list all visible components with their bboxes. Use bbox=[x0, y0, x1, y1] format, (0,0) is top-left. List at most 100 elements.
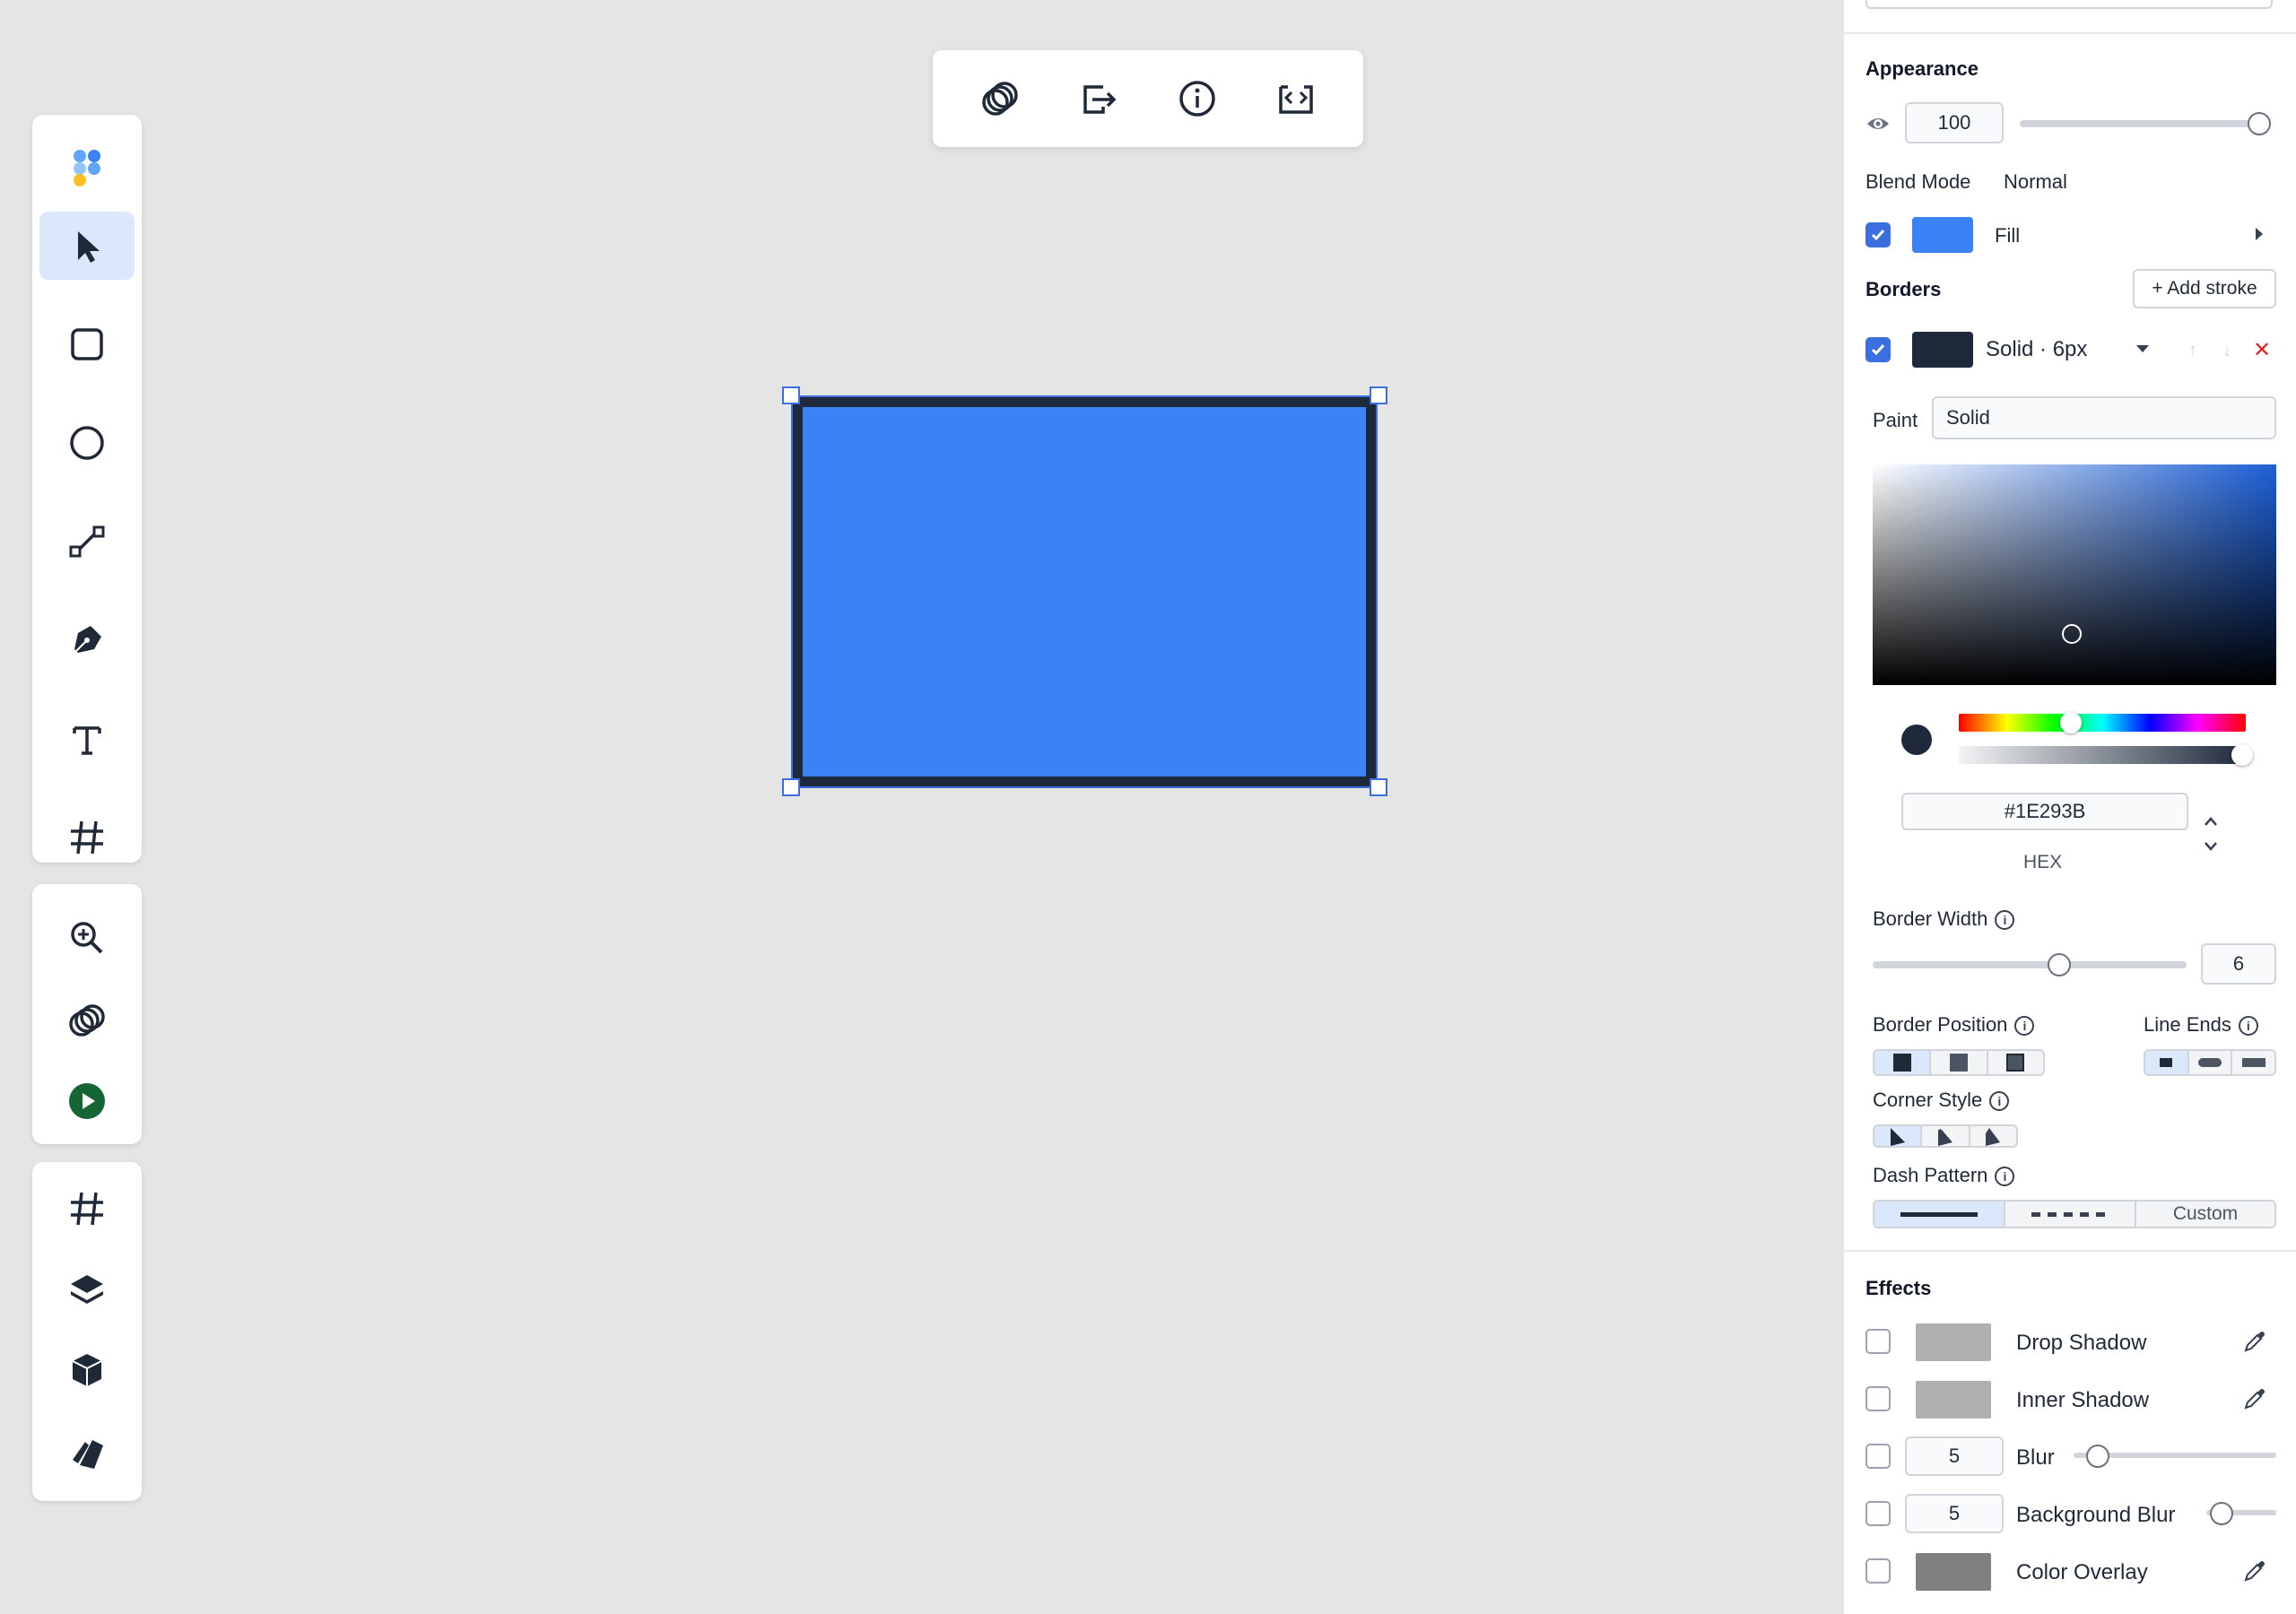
drop-shadow-swatch[interactable] bbox=[1916, 1323, 1991, 1361]
corner-style-text: Corner Style bbox=[1873, 1089, 1983, 1111]
blend-mode-label: Blend Mode bbox=[1866, 170, 1971, 193]
hue-slider[interactable] bbox=[1959, 714, 2246, 732]
line-ends-text: Line Ends bbox=[2144, 1013, 2231, 1036]
eyedropper-icon[interactable] bbox=[2242, 1386, 2267, 1416]
border-position-inside[interactable] bbox=[1874, 1051, 1932, 1074]
divider bbox=[1844, 32, 2296, 34]
inner-shadow-swatch[interactable] bbox=[1916, 1381, 1991, 1419]
color-saturation-area[interactable] bbox=[1873, 464, 2276, 685]
dash-solid[interactable] bbox=[1874, 1202, 2005, 1227]
paint-select[interactable]: Solid bbox=[1932, 396, 2276, 439]
current-color-dot bbox=[1901, 725, 1932, 755]
dash-pattern-text: Dash Pattern bbox=[1873, 1164, 1988, 1186]
expand-arrow-icon[interactable] bbox=[2253, 226, 2266, 247]
format-toggle-icon[interactable] bbox=[2203, 816, 2219, 858]
alpha-slider[interactable] bbox=[1959, 746, 2246, 764]
select-arrow-icon[interactable] bbox=[39, 212, 135, 280]
opacity-input[interactable]: 100 bbox=[1905, 102, 2004, 143]
chevron-down-icon[interactable] bbox=[2135, 343, 2151, 360]
add-stroke-button[interactable]: + Add stroke bbox=[2133, 269, 2276, 308]
blur-slider[interactable] bbox=[2074, 1445, 2276, 1468]
fill-checkbox[interactable] bbox=[1866, 222, 1891, 247]
text-icon[interactable] bbox=[39, 705, 135, 773]
info-icon[interactable] bbox=[1161, 63, 1233, 134]
selected-rectangle[interactable] bbox=[791, 395, 1378, 788]
line-ends-label: Line Ends i bbox=[2144, 1013, 2258, 1037]
line-end-round[interactable] bbox=[2189, 1051, 2233, 1074]
eyedropper-icon[interactable] bbox=[2242, 1558, 2267, 1588]
blur-checkbox[interactable] bbox=[1866, 1444, 1891, 1469]
color-overlay-swatch[interactable] bbox=[1916, 1553, 1991, 1591]
border-position-outside[interactable] bbox=[1988, 1051, 2043, 1074]
rectangle-icon[interactable] bbox=[39, 310, 135, 378]
code-icon[interactable] bbox=[1260, 63, 1332, 134]
stroke-checkbox[interactable] bbox=[1866, 337, 1891, 362]
frame-icon[interactable] bbox=[39, 803, 135, 872]
dash-pattern-control: Custom bbox=[1873, 1200, 2276, 1228]
remove-stroke-icon[interactable]: ✕ bbox=[2253, 337, 2271, 363]
play-icon[interactable] bbox=[39, 1067, 135, 1135]
resize-handle-top-right[interactable] bbox=[1370, 386, 1387, 404]
layers-icon[interactable] bbox=[39, 1255, 135, 1323]
dash-custom[interactable]: Custom bbox=[2136, 1202, 2274, 1227]
info-icon[interactable]: i bbox=[2238, 1016, 2258, 1037]
zoom-icon[interactable] bbox=[39, 904, 135, 972]
fill-color-swatch[interactable] bbox=[1912, 217, 1973, 253]
info-icon[interactable]: i bbox=[1995, 910, 2015, 931]
background-blur-checkbox[interactable] bbox=[1866, 1501, 1891, 1526]
eye-icon[interactable] bbox=[1866, 111, 1891, 141]
export-icon[interactable] bbox=[1063, 63, 1135, 134]
utility-toolbar bbox=[32, 884, 142, 1144]
resize-handle-bottom-right[interactable] bbox=[1370, 778, 1387, 796]
stroke-summary[interactable]: Solid · 6px bbox=[1986, 337, 2087, 362]
move-up-icon[interactable]: ↑ bbox=[2188, 341, 2197, 361]
dash-dashed[interactable] bbox=[2005, 1202, 2136, 1227]
background-blur-input[interactable]: 5 bbox=[1905, 1494, 2004, 1533]
inner-shadow-checkbox[interactable] bbox=[1866, 1386, 1891, 1411]
color-picker-handle[interactable] bbox=[2062, 624, 2082, 644]
paint-label: Paint bbox=[1873, 409, 1918, 431]
corner-miter[interactable] bbox=[1874, 1126, 1923, 1146]
assets-icon[interactable] bbox=[39, 1419, 135, 1487]
logo-icon[interactable] bbox=[39, 133, 135, 201]
info-icon[interactable]: i bbox=[2014, 1016, 2035, 1037]
opacity-slider[interactable] bbox=[2020, 112, 2271, 135]
border-width-slider[interactable] bbox=[1873, 953, 2187, 976]
info-icon[interactable]: i bbox=[1995, 1167, 2015, 1187]
hue-slider-thumb[interactable] bbox=[2060, 712, 2082, 733]
grid-icon[interactable] bbox=[39, 1175, 135, 1243]
pen-icon[interactable] bbox=[39, 606, 135, 674]
stroke-color-swatch[interactable] bbox=[1912, 332, 1973, 368]
line-end-square[interactable] bbox=[2232, 1051, 2274, 1074]
line-icon[interactable] bbox=[39, 508, 135, 576]
background-blur-slider[interactable] bbox=[2206, 1502, 2276, 1525]
components-icon[interactable] bbox=[39, 1336, 135, 1404]
blend-mode-select[interactable]: Normal bbox=[2004, 170, 2067, 194]
border-position-control bbox=[1873, 1049, 2045, 1076]
boolean-icon[interactable] bbox=[964, 63, 1036, 134]
corner-round[interactable] bbox=[1922, 1126, 1970, 1146]
color-overlay-checkbox[interactable] bbox=[1866, 1558, 1891, 1584]
alpha-slider-thumb[interactable] bbox=[2231, 744, 2253, 766]
move-down-icon[interactable]: ↓ bbox=[2222, 341, 2231, 361]
line-ends-control bbox=[2144, 1049, 2276, 1076]
resize-handle-top-left[interactable] bbox=[782, 386, 800, 404]
inner-shadow-label: Inner Shadow bbox=[2016, 1388, 2150, 1412]
properties-panel: Appearance 100 Blend Mode Normal Fill Bo… bbox=[1842, 0, 2296, 1614]
line-end-butt[interactable] bbox=[2145, 1051, 2189, 1074]
borders-title: Borders bbox=[1866, 278, 1942, 300]
border-width-input[interactable]: 6 bbox=[2201, 943, 2276, 985]
drop-shadow-checkbox[interactable] bbox=[1866, 1329, 1891, 1354]
corner-bevel[interactable] bbox=[1970, 1126, 2016, 1146]
blur-input[interactable]: 5 bbox=[1905, 1436, 2004, 1476]
hex-input[interactable]: #1E293B bbox=[1901, 793, 2188, 830]
info-icon[interactable]: i bbox=[1989, 1091, 2010, 1112]
resize-handle-bottom-left[interactable] bbox=[782, 778, 800, 796]
boolean-icon[interactable] bbox=[39, 986, 135, 1054]
name-field[interactable] bbox=[1866, 0, 2273, 9]
effects-title: Effects bbox=[1866, 1277, 1932, 1299]
ellipse-icon[interactable] bbox=[39, 409, 135, 477]
drop-shadow-label: Drop Shadow bbox=[2016, 1331, 2147, 1355]
border-position-center[interactable] bbox=[1931, 1051, 1988, 1074]
eyedropper-icon[interactable] bbox=[2242, 1329, 2267, 1358]
